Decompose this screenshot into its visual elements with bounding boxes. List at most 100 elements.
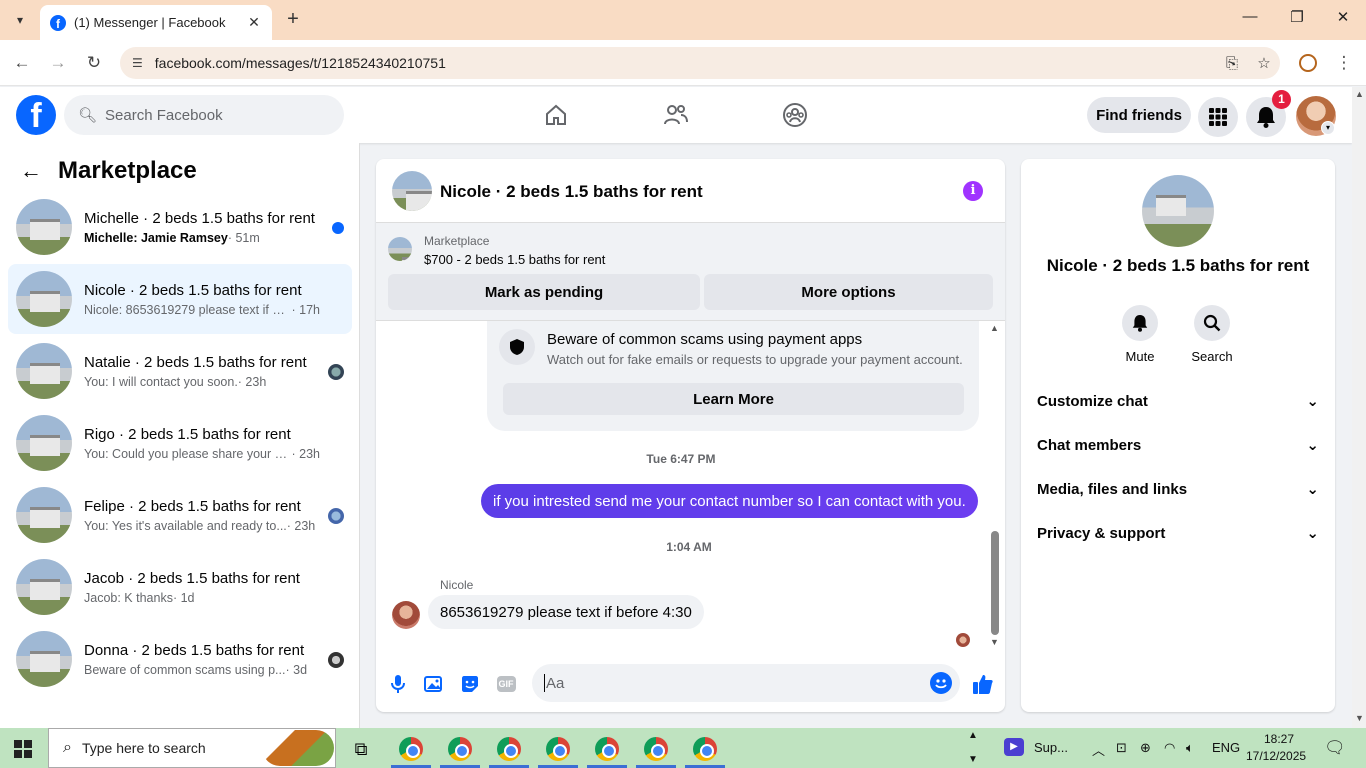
notification-center-icon[interactable]: 🗨︎ [1324,738,1346,758]
conversation-time: · 3d [285,662,308,677]
chat-title[interactable]: Nicole · 2 beds 1.5 baths for rent [440,182,703,202]
conversation-item-donna[interactable]: Donna · 2 beds 1.5 baths for rent Beware… [8,624,352,694]
find-friends-button[interactable]: Find friends [1087,97,1191,133]
page-scroll-up-icon[interactable]: ▲ [1355,89,1364,99]
scrollbar-thumb[interactable] [991,531,999,635]
emoji-icon[interactable] [930,672,952,694]
magnifier-icon[interactable] [1194,305,1230,341]
conversation-preview: Beware of common scams using p... [84,662,286,677]
chat-scrollbar[interactable]: ▲ ▼ [989,321,1001,651]
taskbar-scroll-up-icon[interactable]: ▲ [968,730,978,741]
volume-icon[interactable]: 🔈︎ [1186,740,1194,756]
back-arrow-icon[interactable]: ← [20,158,42,184]
shield-icon [499,329,535,365]
tab-close-icon[interactable]: ✕ [246,14,262,31]
customize-chat-section[interactable]: Customize chat ⌄ [1037,389,1319,413]
info-icon[interactable]: i [963,181,983,201]
page-scroll-down-icon[interactable]: ▼ [1355,713,1364,723]
clock-time[interactable]: 18:27 [1264,732,1294,746]
taskbar-scroll-down-icon[interactable]: ▼ [968,754,978,765]
listing-thumbnail-large[interactable] [1142,175,1214,247]
learn-more-button[interactable]: Learn More [503,383,964,415]
omnibox[interactable]: ☰ facebook.com/messages/t/12185243402107… [120,47,1280,79]
friends-nav-icon[interactable] [656,99,696,131]
reload-button[interactable]: ↻ [82,51,106,75]
page-scrollbar[interactable]: ▲ ▼ [1352,87,1366,728]
thumbs-up-icon[interactable] [971,672,995,696]
chrome-taskbar-icon[interactable] [543,734,573,764]
chrome-taskbar-icon[interactable] [690,734,720,764]
mark-as-pending-button[interactable]: Mark as pending [388,274,700,310]
close-window-button[interactable]: ✕ [1323,8,1363,32]
chrome-taskbar-icon[interactable] [396,734,426,764]
conversation-item-jacob[interactable]: Jacob · 2 beds 1.5 baths for rent Jacob:… [8,552,352,622]
chat-listing-thumbnail[interactable] [392,171,432,211]
scroll-down-icon[interactable]: ▼ [990,637,999,647]
bell-icon[interactable] [1122,305,1158,341]
outgoing-message[interactable]: if you intrested send me your contact nu… [481,484,978,518]
section-label: Privacy & support [1037,524,1166,542]
facebook-search-input[interactable]: 🔍︎ Search Facebook [64,95,344,135]
chat-members-section[interactable]: Chat members ⌄ [1037,433,1319,457]
chrome-taskbar-icon[interactable] [592,734,622,764]
menu-grid-icon[interactable] [1198,97,1238,137]
message-composer: GIF Aa [376,662,1005,706]
minimize-button[interactable]: — [1230,8,1270,32]
more-options-button[interactable]: More options [704,274,993,310]
conversation-name: Nicole · 2 beds 1.5 baths for rent [84,281,302,299]
conversation-name: Rigo · 2 beds 1.5 baths for rent [84,425,291,443]
conversation-item-natalie[interactable]: Natalie · 2 beds 1.5 baths for rent You:… [8,336,352,406]
tray-app-label[interactable]: Sup... [1034,740,1068,755]
network-globe-icon[interactable]: ⊕ [1140,740,1151,756]
search-action[interactable]: Search [1182,305,1242,364]
privacy-support-section[interactable]: Privacy & support ⌄ [1037,521,1319,545]
conversation-item-felipe[interactable]: Felipe · 2 beds 1.5 baths for rent You: … [8,480,352,550]
scroll-up-icon[interactable]: ▲ [990,323,999,333]
groups-nav-icon[interactable] [775,99,815,131]
language-indicator[interactable]: ENG [1212,740,1240,755]
wifi-icon[interactable]: ◠ [1164,740,1175,756]
listing-thumbnail-small [388,237,412,261]
browser-tab[interactable]: f (1) Messenger | Facebook ✕ [40,5,272,40]
show-hidden-icons-chevron-icon[interactable]: ︿ [1092,740,1105,759]
chrome-taskbar-icon[interactable] [494,734,524,764]
gif-icon[interactable]: GIF [494,672,518,696]
mute-action[interactable]: Mute [1110,305,1170,364]
incoming-message[interactable]: 8653619279 please text if before 4:30 [428,595,704,629]
scam-warning-card: Beware of common scams using payment app… [487,321,979,431]
unread-indicator [332,222,344,234]
chrome-taskbar-icon[interactable] [641,734,671,764]
microphone-icon[interactable] [386,672,410,696]
new-tab-button[interactable]: + [282,8,304,30]
site-info-icon[interactable]: ☰ [132,56,143,70]
meeting-app-icon[interactable]: ▶ [1004,738,1024,756]
windows-start-icon[interactable] [14,740,32,758]
conversation-item-nicole[interactable]: Nicole · 2 beds 1.5 baths for rent Nicol… [8,264,352,334]
home-nav-icon[interactable] [536,99,576,131]
sticker-icon[interactable] [458,672,482,696]
forward-button[interactable]: → [46,51,70,75]
message-input[interactable]: Aa [532,664,960,702]
profile-icon[interactable] [1296,51,1320,75]
account-chevron-down-icon[interactable]: ▾ [1321,121,1335,135]
conversation-item-rigo[interactable]: Rigo · 2 beds 1.5 baths for rent You: Co… [8,408,352,478]
bookmark-star-icon[interactable]: ☆ [1248,54,1280,72]
browser-menu-icon[interactable]: ⋮ [1332,51,1356,75]
conversation-preview: You: Yes it's available and ready to... [84,518,287,533]
facebook-logo-icon[interactable]: f [16,95,56,135]
device-icon[interactable]: ⊡ [1116,740,1127,756]
photo-icon[interactable] [422,672,446,696]
clock-date[interactable]: 17/12/2025 [1246,749,1306,763]
maximize-button[interactable]: ❐ [1277,8,1317,32]
task-view-icon[interactable]: ⧉ [346,734,376,764]
sender-avatar[interactable] [392,601,420,629]
url-text[interactable]: facebook.com/messages/t/1218524340210751 [155,55,1216,71]
conversation-item-michelle[interactable]: Michelle · 2 beds 1.5 baths for rent Mic… [8,192,352,262]
browser-tab-bar: ▾ f (1) Messenger | Facebook ✕ + — ❐ ✕ [0,0,1366,40]
listing-price-title[interactable]: $700 - 2 beds 1.5 baths for rent [424,252,605,267]
tab-search-dropdown[interactable]: ▾ [6,7,34,33]
install-app-icon[interactable]: ⎘ [1216,55,1248,72]
back-button[interactable]: ← [10,51,34,75]
chrome-taskbar-icon[interactable] [445,734,475,764]
media-files-links-section[interactable]: Media, files and links ⌄ [1037,477,1319,501]
